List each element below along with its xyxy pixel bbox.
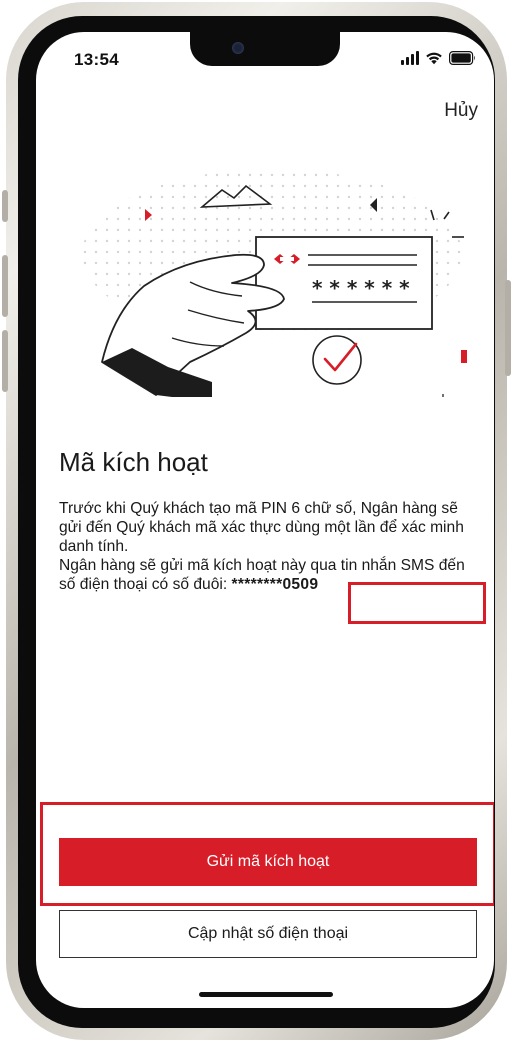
description-otp-info: Trước khi Quý khách tạo mã PIN 6 chữ số,… [59, 500, 464, 555]
power-button [505, 280, 511, 376]
update-phone-number-button[interactable]: Cập nhật số điện thoại [59, 910, 477, 958]
plus-icon [442, 394, 444, 397]
wifi-icon [426, 52, 442, 65]
svg-text:* * * * * *: * * * * * * [312, 276, 410, 300]
app-screen: 13:54 Hủy * * * * * * Mã kích hoạt Trước… [36, 32, 494, 1008]
page-title: Mã kích hoạt [59, 447, 208, 477]
mute-switch [2, 190, 8, 222]
pin-card-icon: * * * * * * [255, 236, 433, 330]
volume-down-button [2, 330, 8, 392]
home-indicator[interactable] [199, 992, 333, 997]
battery-icon [449, 51, 475, 65]
volume-up-button [2, 255, 8, 317]
front-camera [232, 42, 244, 54]
red-square-icon [461, 350, 467, 363]
send-activation-code-button[interactable]: Gửi mã kích hoạt [59, 838, 477, 886]
description: Trước khi Quý khách tạo mã PIN 6 chữ số,… [59, 499, 479, 594]
status-icons [401, 51, 476, 65]
status-time: 13:54 [74, 50, 119, 69]
cancel-button[interactable]: Hủy [444, 100, 478, 122]
masked-phone-number: ********0509 [231, 576, 319, 593]
phone-number-highlight [348, 582, 486, 624]
activation-illustration: * * * * * * [82, 169, 467, 397]
cellular-signal-icon [401, 51, 419, 65]
notch [190, 32, 340, 66]
checkmark-circle-icon [312, 335, 362, 385]
